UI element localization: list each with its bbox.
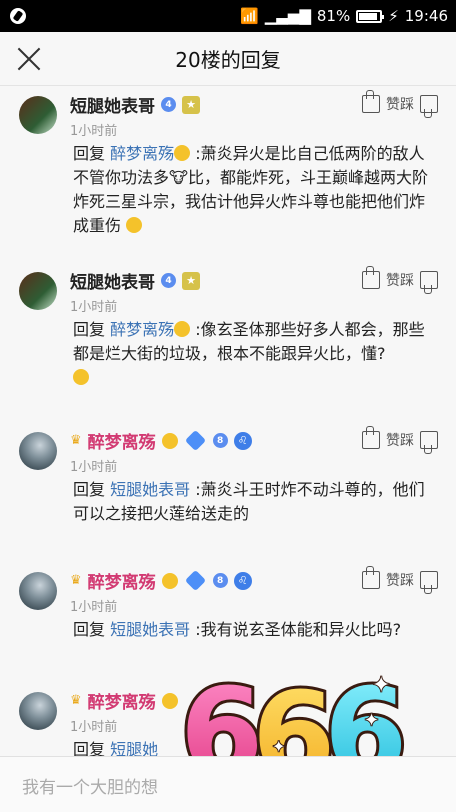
vote-label: 赞踩 — [386, 273, 414, 289]
avatar[interactable] — [19, 96, 57, 134]
reply-item: 短腿她表哥 4 ★ 1小时前 赞踩 回复 醉梦离殇 :像玄圣体那些好多人都会，那… — [0, 262, 456, 422]
crown-icon: ♛ — [70, 433, 82, 448]
username[interactable]: ♛ 醉梦离殇 — [70, 688, 178, 713]
username[interactable]: 短腿她表哥 4 ★ — [70, 268, 200, 293]
post-time: 1小时前 — [70, 600, 118, 615]
thumb-up-icon[interactable] — [362, 90, 380, 113]
leo-zodiac-icon: ♌ — [233, 431, 252, 450]
signal-icon: ▁▃▅▇ — [264, 7, 311, 25]
reply-text: 回复 短腿她表哥 :我有说玄圣体能和异火比吗? — [73, 620, 402, 639]
emoji-icon — [174, 145, 191, 161]
clock: 19:46 — [404, 7, 448, 25]
battery-percent: 81% — [316, 7, 351, 25]
reply-text: 回复 短腿她表哥 :萧炎斗王时炸不动斗尊的，他们可以之接把火莲给送走的 — [73, 480, 425, 523]
compass-icon — [10, 8, 26, 24]
username[interactable]: ♛ 醉梦离殇 8 ♌ — [70, 428, 252, 453]
thumb-up-icon[interactable] — [362, 566, 380, 589]
level-badge: 4 — [161, 273, 176, 288]
reply-text: 回复 醉梦离殇 :萧炎异火是比自己低两阶的敌人不管你功法多🐮比，都能炸死，斗王巅… — [73, 144, 428, 235]
thumb-down-icon[interactable] — [420, 571, 438, 594]
vote-label: 赞踩 — [386, 433, 414, 449]
level-badge: 8 — [212, 433, 228, 448]
username[interactable]: ♛ 醉梦离殇 8 ♌ — [70, 568, 252, 593]
level-badge: 4 — [161, 97, 176, 112]
diamond-icon — [184, 429, 206, 452]
emoji-icon — [174, 321, 191, 337]
reply-text: 回复 醉梦离殇 :像玄圣体那些好多人都会，那些都是烂大街的垃圾，根本不能跟异火比… — [73, 318, 436, 390]
post-time: 1小时前 — [70, 124, 118, 139]
comment-input[interactable]: 我有一个大胆的想 — [22, 773, 158, 798]
reply-target[interactable]: 短腿她 — [110, 740, 158, 756]
username[interactable]: 短腿她表哥 4 ★ — [70, 92, 200, 117]
diamond-icon — [184, 569, 206, 592]
post-time: 1小时前 — [70, 300, 118, 315]
emoji-icon — [161, 432, 178, 449]
medal-icon: ★ — [182, 95, 200, 114]
page-title: 20楼的回复 — [175, 48, 281, 72]
emoji-icon — [73, 369, 89, 385]
medal-icon: ★ — [182, 271, 200, 290]
reply-target[interactable]: 短腿她表哥 — [110, 480, 190, 499]
post-time: 1小时前 — [70, 720, 118, 735]
battery-icon — [356, 9, 385, 23]
comment-bar: 我有一个大胆的想 — [0, 756, 456, 812]
close-icon[interactable] — [14, 44, 44, 74]
vote-actions: 赞踩 — [362, 426, 438, 454]
reply-target[interactable]: 短腿她表哥 — [110, 620, 190, 639]
leo-zodiac-icon: ♌ — [233, 571, 252, 590]
avatar[interactable] — [19, 432, 57, 470]
avatar[interactable] — [19, 692, 57, 730]
vote-actions: 赞踩 — [362, 90, 438, 118]
svg-text:✦: ✦ — [364, 710, 379, 731]
thumb-down-icon[interactable] — [420, 95, 438, 118]
level-badge: 8 — [212, 573, 228, 588]
reply-target[interactable]: 醉梦离殇 — [110, 320, 174, 339]
reply-item: 短腿她表哥 4 ★ 1小时前 赞踩 回复 醉梦离殇 :萧炎异火是比自己低两阶的敌… — [0, 86, 456, 262]
thumb-up-icon[interactable] — [362, 426, 380, 449]
emoji-icon — [161, 572, 178, 589]
reply-target[interactable]: 醉梦离殇 — [110, 144, 174, 163]
thumb-down-icon[interactable] — [420, 271, 438, 294]
vote-label: 赞踩 — [386, 97, 414, 113]
vote-actions: 赞踩 — [362, 266, 438, 294]
status-bar: 📶 ▁▃▅▇ 81% ⚡ 19:46 — [0, 0, 456, 32]
wifi-icon: 📶 — [240, 7, 259, 25]
svg-text:✦: ✦ — [272, 737, 285, 756]
reply-item: ♛ 醉梦离殇 8 ♌ 1小时前 赞踩 回复 短腿她表哥 :萧炎斗王时炸不动斗尊的… — [0, 422, 456, 562]
avatar[interactable] — [19, 572, 57, 610]
crown-icon: ♛ — [70, 573, 82, 588]
title-bar: 20楼的回复 — [0, 32, 456, 86]
avatar[interactable] — [19, 272, 57, 310]
crown-icon: ♛ — [70, 693, 82, 708]
vote-label: 赞踩 — [386, 573, 414, 589]
vote-actions: 赞踩 — [362, 566, 438, 594]
svg-text:✦: ✦ — [372, 673, 390, 698]
thumb-up-icon[interactable] — [362, 266, 380, 289]
emoji-icon — [126, 217, 143, 233]
charging-icon: ⚡ — [388, 7, 399, 25]
thumb-down-icon[interactable] — [420, 431, 438, 454]
post-time: 1小时前 — [70, 460, 118, 475]
